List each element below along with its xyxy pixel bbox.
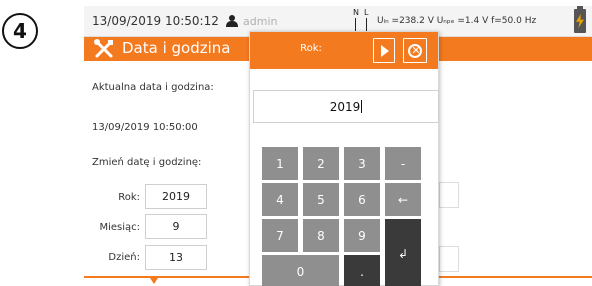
page-title: Data i godzina: [122, 39, 231, 57]
text-caret: [361, 100, 363, 113]
year-value-input[interactable]: 2019: [253, 90, 439, 123]
popup-header: Rok: ✕: [250, 32, 438, 69]
key-3[interactable]: 3: [344, 147, 380, 180]
tools-icon: [93, 39, 115, 59]
user-icon: [226, 15, 238, 28]
key-1[interactable]: 1: [262, 147, 298, 180]
n-label: N: [353, 8, 359, 17]
key-2[interactable]: 2: [303, 147, 339, 180]
current-datetime-label: Aktualna data i godzina:: [92, 82, 214, 93]
key-8[interactable]: 8: [303, 219, 339, 252]
status-datetime: 13/09/2019 10:50:12: [92, 14, 219, 28]
hidden-field: [439, 182, 459, 208]
key-5[interactable]: 5: [303, 183, 339, 216]
hidden-field: [439, 246, 459, 272]
status-user: admin: [243, 15, 278, 28]
month-field[interactable]: 9: [145, 214, 207, 239]
battery-charging-icon: [574, 6, 586, 33]
key-9[interactable]: 9: [344, 219, 380, 252]
key-dot[interactable]: .: [344, 255, 380, 286]
year-label: Rok:: [118, 192, 140, 203]
step-number: 4: [13, 19, 27, 43]
year-field[interactable]: 2019: [145, 184, 207, 209]
play-icon: [381, 45, 389, 57]
key-minus[interactable]: -: [385, 147, 421, 180]
change-datetime-label: Zmień datę i godzinę:: [92, 157, 202, 168]
status-voltages: Uₗₙ =238.2 V Uₙₚₑ =1.4 V f=50.0 Hz: [377, 16, 537, 26]
play-button[interactable]: [373, 38, 395, 63]
keypad-popup: Rok: ✕ 2019 1 2 3 - 4 5 6 ← 7 8 9 ↲ 0 .: [249, 31, 439, 286]
key-backspace[interactable]: ←: [385, 183, 421, 216]
current-datetime-value: 13/09/2019 10:50:00: [92, 122, 198, 133]
day-label: Dzień:: [108, 252, 140, 263]
key-enter[interactable]: ↲: [385, 219, 421, 286]
close-button[interactable]: ✕: [403, 38, 427, 63]
l-label: L: [364, 8, 369, 17]
step-number-badge: 4: [2, 13, 38, 49]
month-label: Miesiąc:: [99, 222, 140, 233]
key-0[interactable]: 0: [262, 255, 339, 286]
popup-title: Rok:: [300, 43, 322, 54]
day-field[interactable]: 13: [145, 245, 207, 270]
key-4[interactable]: 4: [262, 183, 298, 216]
device-screen: 13/09/2019 10:50:12 admin N L Uₗₙ =238.2…: [84, 6, 592, 286]
key-7[interactable]: 7: [262, 219, 298, 252]
down-arrow-icon: [150, 278, 158, 284]
year-value: 2019: [329, 99, 361, 114]
key-6[interactable]: 6: [344, 183, 380, 216]
